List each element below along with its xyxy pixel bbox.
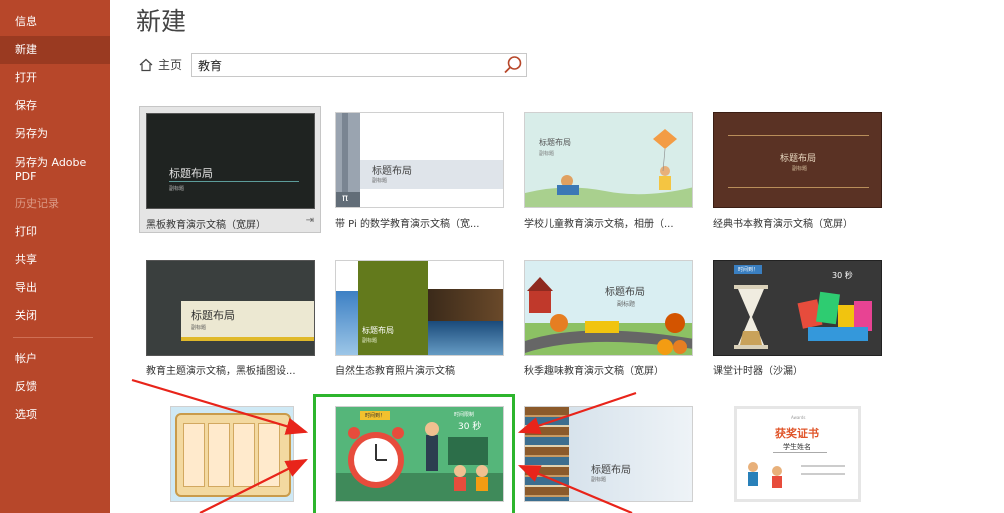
template-label: 自然生态教育照片演示文稿 (335, 366, 455, 377)
thumb-photo-sprout (428, 289, 503, 321)
hourglass-icon (734, 285, 872, 349)
thumb-title: 标题布局 (605, 287, 645, 298)
nav-save-as-pdf[interactable]: 另存为 Adobe PDF (0, 156, 95, 184)
thumb-rule (169, 181, 299, 182)
thumb-subtitle: 副标题 (792, 166, 808, 172)
template-thumbnail: 标题布局 副标题 (146, 260, 315, 356)
nav-save[interactable]: 保存 (0, 99, 110, 113)
template-thumbnail: 时间到！ 时间限制 30 秒 (335, 406, 504, 502)
thumb-subtitle: 副标题 (169, 186, 185, 192)
template-thumbnail: 标题布局 副标题 (524, 260, 693, 356)
nav-info[interactable]: 信息 (0, 15, 110, 29)
thumb-board (175, 413, 291, 497)
thumb-title: 标题布局 (539, 138, 571, 147)
nav-history[interactable]: 历史记录 (0, 197, 110, 211)
template-label: 教育主题演示文稿，黑板插图设... (146, 366, 296, 377)
thumb-title: 标题布局 (169, 167, 213, 180)
template-label: 学校儿童教育演示文稿，相册（... (524, 219, 674, 230)
backstage-sidebar: 信息 新建 打开 保存 另存为 另存为 Adobe PDF 历史记录 打印 共享… (0, 0, 110, 513)
template-search-box (191, 53, 527, 77)
template-tile-hourglass-timer[interactable]: 时间到！ 30 秒 课堂计时器（沙漏） (707, 254, 889, 381)
nav-options[interactable]: 选项 (0, 408, 110, 422)
template-thumbnail: 标题布局 副标题 (713, 112, 882, 208)
thumb-column (233, 423, 255, 487)
thumb-accent-bar (181, 337, 314, 341)
thumb-title: 标题布局 (372, 166, 412, 177)
thumb-book-stack (525, 407, 569, 501)
nav-close[interactable]: 关闭 (0, 309, 110, 323)
thumb-subtitle: 副标题 (591, 477, 607, 483)
template-tile-pi-math[interactable]: π 标题布局 副标题 带 Pi 的数学教育演示文稿（宽... (329, 106, 511, 233)
nav-print[interactable]: 打印 (0, 225, 110, 239)
thumb-column (258, 423, 280, 487)
nav-share[interactable]: 共享 (0, 253, 110, 267)
thumb-subtitle: 副标题 (372, 178, 388, 184)
thumb-subtitle: 副标题 (191, 325, 207, 331)
nav-new[interactable]: 新建 (0, 36, 110, 64)
template-thumbnail: π 标题布局 副标题 (335, 112, 504, 208)
home-breadcrumb[interactable]: 主页 (139, 56, 182, 73)
template-search-input[interactable] (192, 54, 497, 76)
thumb-subtitle: 副标题 (362, 338, 378, 344)
template-label: 秋季趣味教育演示文稿（宽屏） (524, 366, 664, 377)
pi-symbol: π (342, 193, 349, 204)
template-thumbnail: 标题布局 副标题 (524, 406, 693, 502)
nav-open[interactable]: 打开 (0, 71, 110, 85)
template-tile-chalkboard[interactable]: 标题布局 副标题 黑板教育演示文稿（宽屏） ⇥ (139, 106, 321, 233)
thumb-title: 标题布局 (362, 326, 394, 335)
nav-save-as[interactable]: 另存为 (0, 127, 110, 141)
thumb-rule-top (728, 135, 869, 136)
template-thumbnail (170, 406, 294, 502)
thumb-title: 标题布局 (191, 309, 235, 322)
nav-export[interactable]: 导出 (0, 281, 110, 295)
thumb-title: 标题布局 (780, 154, 817, 164)
template-tile-classic-book[interactable]: 标题布局 副标题 经典书本教育演示文稿（宽屏） (707, 106, 889, 233)
thumb-blank (336, 261, 356, 291)
thumb-illustration (525, 277, 692, 355)
template-tile-classroom-timer[interactable]: 时间到！ 时间限制 30 秒 (329, 401, 511, 513)
thumb-title: 标题布局 (591, 465, 631, 476)
template-thumbnail: 标题布局 副标题 (524, 112, 693, 208)
template-tile-nature-ecology[interactable]: 标题布局 副标题 自然生态教育照片演示文稿 (329, 254, 511, 381)
thumb-photo-water (428, 321, 503, 355)
thumb-subtitle: 副标题 (617, 301, 636, 308)
template-thumbnail: 标题布局 副标题 (146, 113, 315, 209)
template-thumbnail: 时间到！ 30 秒 (713, 260, 882, 356)
template-tile-award-certificate[interactable]: Awards 获奖证书 学生姓名 (728, 401, 910, 513)
thumb-illustration (525, 129, 692, 207)
pin-icon[interactable]: ⇥ (306, 215, 314, 226)
template-label: 课堂计时器（沙漏） (713, 366, 803, 377)
template-tile-books[interactable]: 标题布局 副标题 (518, 401, 700, 513)
template-label: 经典书本教育演示文稿（宽屏） (713, 219, 853, 230)
template-tile-autumn-fun[interactable]: 标题布局 副标题 秋季趣味教育演示文稿（宽屏） (518, 254, 700, 381)
search-button[interactable] (500, 54, 526, 76)
nav-account[interactable]: 帐户 (0, 352, 110, 366)
template-tile-chalkboard-illustration[interactable]: 标题布局 副标题 教育主题演示文稿，黑板插图设... (140, 254, 322, 381)
template-thumbnail: Awards 获奖证书 学生姓名 (734, 406, 861, 502)
thumb-kids-illustration (748, 462, 845, 488)
home-label[interactable]: 主页 (158, 56, 182, 73)
clock-icon (348, 422, 488, 491)
search-icon (504, 56, 522, 74)
template-label: 带 Pi 的数学教育演示文稿（宽... (335, 219, 480, 230)
thumb-subtitle: 副标题 (539, 151, 555, 157)
template-thumbnail: 标题布局 副标题 (335, 260, 504, 356)
template-label: 黑板教育演示文稿（宽屏） (146, 220, 266, 231)
thumb-column (208, 423, 230, 487)
nav-separator (13, 337, 93, 338)
nav-feedback[interactable]: 反馈 (0, 380, 110, 394)
home-icon (139, 58, 153, 71)
template-tile-game-board[interactable] (164, 401, 346, 513)
template-tile-school-kids[interactable]: 标题布局 副标题 学校儿童教育演示文稿，相册（... (518, 106, 700, 233)
thumb-photo-sky (336, 291, 358, 355)
page-title: 新建 (136, 7, 187, 36)
thumb-rule-bottom (728, 187, 869, 188)
thumb-column (183, 423, 205, 487)
